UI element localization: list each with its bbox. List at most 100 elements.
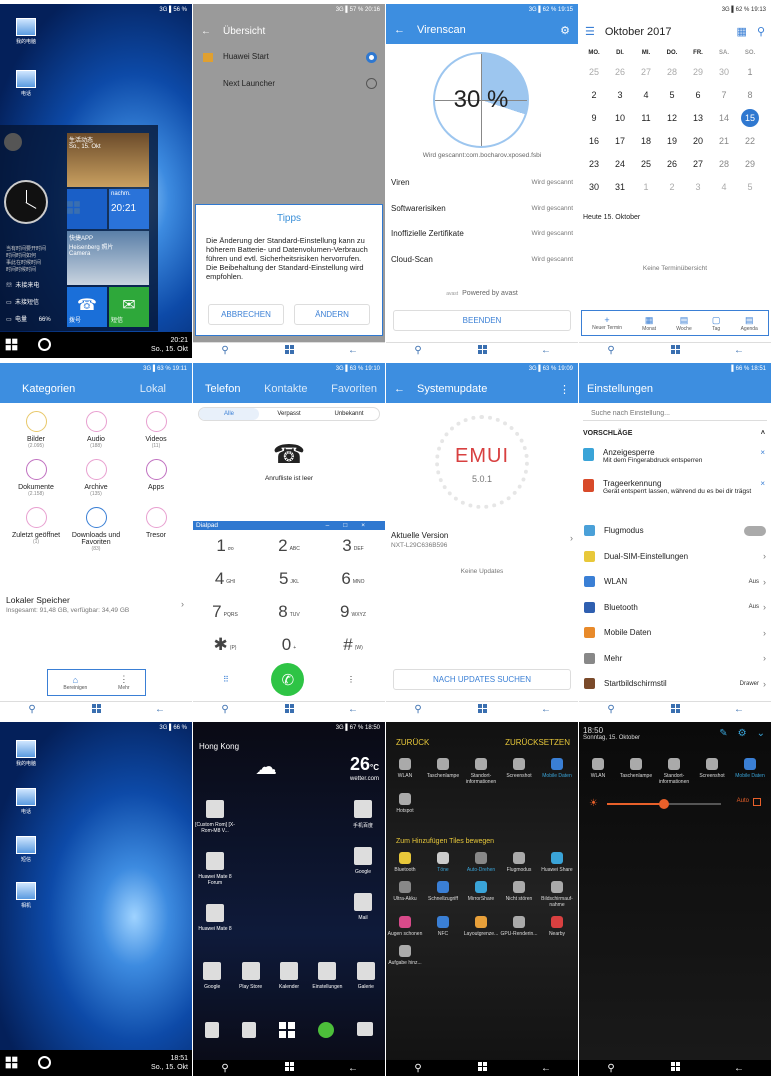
home-icon[interactable]	[475, 344, 489, 357]
dialpad-key-7[interactable]: 8 TUV	[257, 595, 321, 628]
close-icon[interactable]: ×	[760, 448, 765, 464]
settings-row-3[interactable]: Bluetooth Aus ›	[579, 595, 771, 621]
dock-app-4[interactable]: Galerie	[347, 962, 385, 990]
calendar-day[interactable]: 5	[659, 83, 685, 106]
calendar-day[interactable]: 3	[685, 175, 711, 198]
desktop-icon-camera[interactable]: 相机	[6, 882, 46, 909]
local-storage[interactable]: Lokaler Speicher Insgesamt: 91,48 GB, ve…	[6, 595, 184, 614]
search-icon[interactable]: ⚲	[604, 1063, 618, 1074]
dock-app-3[interactable]: Einstellungen	[308, 962, 346, 990]
calendar-day[interactable]: 24	[607, 152, 633, 175]
desktop-icon-computer[interactable]: 我的电脑	[6, 18, 46, 45]
dialpad-toggle-icon[interactable]: ⠿	[223, 675, 229, 684]
home-icon[interactable]	[668, 344, 682, 357]
dialpad-key-9[interactable]: ✱ (P)	[193, 628, 257, 661]
calendar-view-0[interactable]: + Neuer Termin	[592, 315, 622, 331]
home-app-right-0[interactable]: 手机百度	[341, 800, 385, 829]
active-tile-0[interactable]: WLAN	[386, 758, 424, 779]
suggestion-screen-lock[interactable]: Anzeigesperre Mit dem Fingerabdruck entsp…	[583, 448, 765, 464]
calendar-day[interactable]: 18	[633, 129, 659, 152]
dialpad-key-4[interactable]: 5 JKL	[257, 562, 321, 595]
search-icon[interactable]: ⚲	[25, 704, 39, 715]
active-tile-3[interactable]: Screenshot	[500, 758, 538, 779]
settings-row-4[interactable]: Mobile Daten ›	[579, 620, 771, 646]
calendar-day[interactable]: 9	[581, 106, 607, 129]
calendar-day[interactable]: 3	[607, 83, 633, 106]
category-8[interactable]: Tresor	[126, 507, 186, 539]
category-5[interactable]: Apps	[126, 459, 186, 491]
edit-icon[interactable]: ✎	[719, 728, 727, 739]
calendar-day[interactable]: 12	[659, 106, 685, 129]
calendar-day[interactable]: 5	[737, 175, 763, 198]
search-icon[interactable]: ⚲	[411, 704, 425, 715]
back-icon[interactable]: ←	[346, 704, 360, 715]
back-button[interactable]: ZURÜCK	[396, 738, 429, 747]
back-icon[interactable]: ←	[539, 704, 553, 715]
category-1[interactable]: Audio (188)	[66, 411, 126, 449]
call-button[interactable]: ✆	[271, 663, 305, 696]
chevron-down-icon[interactable]: ⌄	[757, 728, 765, 739]
calendar-day[interactable]: 7	[711, 83, 737, 106]
back-arrow-icon[interactable]: ←	[201, 26, 211, 37]
available-tile-9[interactable]: Bildschirmauf-nahme	[538, 881, 576, 908]
home-icon[interactable]	[282, 344, 296, 357]
tile-sms[interactable]: ✉ 短信	[109, 287, 149, 327]
calendar-day[interactable]: 28	[659, 60, 685, 83]
calendar-view-3[interactable]: ▢ Tag	[712, 315, 721, 332]
home-icon[interactable]	[668, 1062, 682, 1074]
search-icon[interactable]: ⚲	[218, 1063, 232, 1074]
start-button[interactable]	[5, 1056, 18, 1069]
calendar-day[interactable]: 30	[711, 60, 737, 83]
desktop-icon-sms[interactable]: 短信	[6, 836, 46, 863]
dialpad-key-3[interactable]: 4 GHI	[193, 562, 257, 595]
settings-row-0[interactable]: Flugmodus	[579, 518, 771, 544]
desktop-icon-phone[interactable]: 电话	[6, 70, 46, 97]
calendar-day[interactable]: 6	[685, 83, 711, 106]
more-vert-icon[interactable]: ⋮	[347, 675, 355, 684]
home-icon[interactable]	[89, 703, 103, 716]
category-0[interactable]: Bilder (2.095)	[6, 411, 66, 449]
search-icon[interactable]: ⚲	[218, 704, 232, 715]
tile-windows[interactable]	[67, 189, 107, 229]
calendar-day[interactable]: 10	[607, 106, 633, 129]
dialpad-key-11[interactable]: # (W)	[321, 628, 385, 661]
dialpad-key-6[interactable]: 7 PQRS	[193, 595, 257, 628]
calendar-day[interactable]: 27	[633, 60, 659, 83]
tab-local[interactable]: Lokal	[140, 383, 166, 395]
calendar-day[interactable]: 25	[633, 152, 659, 175]
filter-unknown[interactable]: Unbekannt	[319, 408, 379, 420]
chevron-up-icon[interactable]: ˄	[761, 430, 765, 437]
calendar-day[interactable]: 29	[685, 60, 711, 83]
radio-empty-icon[interactable]	[366, 77, 377, 89]
search-icon[interactable]	[38, 338, 51, 351]
category-7[interactable]: Downloads und Favoriten (83)	[66, 507, 126, 552]
search-icon[interactable]: ⚲	[604, 704, 618, 715]
toggle-switch[interactable]	[744, 525, 766, 536]
calendar-day[interactable]: 19	[659, 129, 685, 152]
available-tile-3[interactable]: Flugmodus	[500, 852, 538, 873]
category-4[interactable]: Archive (135)	[66, 459, 126, 497]
dialpad-key-0[interactable]: 1 σο	[193, 529, 257, 562]
check-updates-button[interactable]: NACH UPDATES SUCHEN	[393, 669, 571, 690]
calendar-day[interactable]: 25	[581, 60, 607, 83]
settings-row-1[interactable]: Dual-SIM-Einstellungen ›	[579, 544, 771, 570]
available-tile-12[interactable]: Layoutgrenze...	[462, 916, 500, 937]
back-icon[interactable]: ←	[346, 1063, 360, 1074]
more-vert-icon[interactable]: ⋮	[559, 383, 570, 396]
start-button[interactable]	[5, 338, 18, 351]
category-6[interactable]: Zuletzt geöffnet (1)	[6, 507, 66, 545]
shade-tile-3[interactable]: Screenshot	[693, 758, 731, 779]
cancel-button[interactable]: ABBRECHEN	[208, 304, 284, 325]
calendar-view-4[interactable]: ▤ Agenda	[741, 315, 758, 332]
current-version[interactable]: Aktuelle Version NXT-L29C636B596 ›	[391, 531, 573, 549]
calendar-day[interactable]: 13	[685, 106, 711, 129]
slider-thumb[interactable]	[659, 799, 669, 809]
tab-phone[interactable]: Telefon	[205, 383, 240, 395]
shade-tile-4[interactable]: Mobile Daten	[731, 758, 769, 779]
active-tile-1[interactable]: Taschenlampe	[424, 758, 462, 779]
back-icon[interactable]: ←	[732, 704, 746, 715]
settings-icon[interactable]: ⚙	[738, 728, 747, 739]
home-app-right-1[interactable]: Google	[341, 847, 385, 875]
contacts-icon[interactable]	[241, 1022, 256, 1038]
filter-all[interactable]: Alle	[199, 408, 259, 420]
